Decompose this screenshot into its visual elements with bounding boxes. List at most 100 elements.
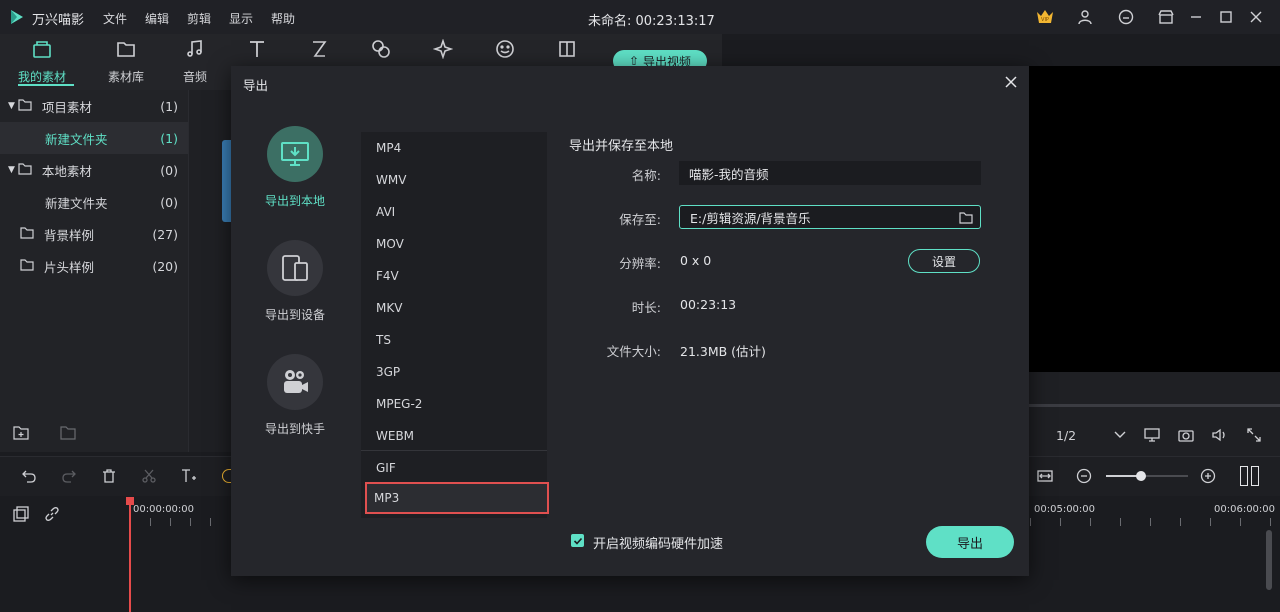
- scissors-icon[interactable]: [140, 467, 158, 485]
- video-camera-icon: [267, 354, 323, 410]
- folder-icon: [18, 162, 32, 178]
- redo-icon[interactable]: [60, 467, 78, 485]
- destination-local-label: 导出到本地: [264, 194, 325, 208]
- expand-arrow-icon: ▼: [8, 165, 15, 175]
- sidebar-item-label: 新建文件夹: [45, 195, 108, 211]
- zoom-slider-fill: [1106, 475, 1140, 477]
- page-indicator: 1/2: [1056, 428, 1077, 443]
- minimize-icon[interactable]: [1186, 7, 1206, 27]
- app-name: 万兴喵影: [32, 13, 85, 28]
- delete-icon[interactable]: [100, 467, 118, 485]
- destination-local[interactable]: 导出到本地: [245, 126, 345, 209]
- pause-icon[interactable]: [1240, 466, 1260, 486]
- sidebar-item-background-samples[interactable]: 背景样例 (27): [0, 218, 188, 250]
- format-mp3[interactable]: MP3: [365, 482, 549, 514]
- format-gif[interactable]: GIF: [369, 452, 545, 484]
- folder-icon: [18, 98, 32, 114]
- filesize-value: 21.3MB (估计): [680, 344, 766, 359]
- close-window-icon[interactable]: [1246, 7, 1266, 27]
- format-list: MP4 WMV AVI MOV F4V MKV TS 3GP MPEG-2 WE…: [361, 132, 549, 518]
- menu-file[interactable]: 文件: [103, 10, 127, 27]
- vip-icon[interactable]: VIP: [1035, 7, 1055, 27]
- folder-outline-icon[interactable]: [59, 424, 77, 442]
- sidebar-item-local-media[interactable]: ▼ 本地素材 (0): [0, 154, 188, 186]
- export-button[interactable]: 导出: [926, 526, 1014, 558]
- menu-help[interactable]: 帮助: [271, 10, 295, 27]
- add-text-icon[interactable]: [180, 467, 198, 485]
- name-input[interactable]: 喵影-我的音频: [679, 161, 981, 185]
- export-dialog: 导出 导出到本地 导出到设备 导出到快手 MP4 WMV AVI MOV F4V…: [231, 66, 1029, 576]
- chevron-down-icon[interactable]: [1112, 427, 1128, 443]
- computer-icon: [267, 126, 323, 182]
- preview-scrubber[interactable]: [1029, 404, 1280, 407]
- tab-media-library[interactable]: 素材库: [102, 36, 150, 86]
- sidebar-item-new-folder[interactable]: 新建文件夹 (1): [0, 122, 188, 154]
- timeline-playhead[interactable]: [129, 498, 131, 612]
- sidebar-item-new-folder-2[interactable]: 新建文件夹 (0): [0, 186, 188, 218]
- resolution-value: 0 x 0: [680, 253, 712, 268]
- format-ts[interactable]: TS: [369, 324, 545, 356]
- add-track-icon[interactable]: [12, 505, 30, 523]
- folder-icon: [20, 258, 34, 274]
- sidebar-item-intro-samples[interactable]: 片头样例 (20): [0, 250, 188, 282]
- monitor-icon[interactable]: [1143, 426, 1161, 444]
- maximize-icon[interactable]: [1216, 7, 1236, 27]
- zoom-in-icon[interactable]: [1199, 467, 1217, 485]
- zoom-out-icon[interactable]: [1075, 467, 1093, 485]
- close-icon[interactable]: [1002, 73, 1020, 91]
- smiley-icon: [494, 38, 516, 60]
- folder-icon: [20, 226, 34, 242]
- save-path-input[interactable]: E:/剪辑资源/背景音乐: [679, 205, 981, 229]
- playhead-handle[interactable]: [126, 497, 134, 505]
- format-f4v[interactable]: F4V: [369, 260, 545, 292]
- settings-button[interactable]: 设置: [908, 249, 980, 273]
- store-icon[interactable]: [1156, 7, 1176, 27]
- format-mp4[interactable]: MP4: [369, 132, 545, 164]
- menu-clip[interactable]: 剪辑: [187, 10, 211, 27]
- format-mkv[interactable]: MKV: [369, 292, 545, 324]
- fit-timeline-icon[interactable]: [1036, 467, 1054, 485]
- folder-browse-icon[interactable]: [958, 210, 974, 226]
- format-wmv[interactable]: WMV: [369, 164, 545, 196]
- sidebar-item-count: (27): [152, 226, 178, 242]
- sidebar-item-count: (0): [160, 162, 178, 178]
- hw-accel-checkbox[interactable]: [571, 534, 584, 547]
- media-grid: [188, 90, 232, 452]
- expand-arrow-icon: ▼: [8, 101, 15, 111]
- save-location-label: 保存至:: [619, 212, 661, 227]
- destination-kuaishou[interactable]: 导出到快手: [245, 354, 345, 437]
- format-mov[interactable]: MOV: [369, 228, 545, 260]
- menu-edit[interactable]: 编辑: [145, 10, 169, 27]
- tab-audio[interactable]: 音频: [171, 36, 219, 86]
- sparkle-icon: [432, 38, 454, 60]
- format-avi[interactable]: AVI: [369, 196, 545, 228]
- format-mpeg2[interactable]: MPEG-2: [369, 388, 545, 420]
- camera-icon[interactable]: [1177, 426, 1195, 444]
- duration-value: 00:23:13: [680, 297, 737, 312]
- timeline-scrollbar[interactable]: [1266, 530, 1272, 590]
- destination-device[interactable]: 导出到设备: [245, 240, 345, 323]
- effects-icon: [370, 38, 392, 60]
- format-3gp[interactable]: 3GP: [369, 356, 545, 388]
- new-folder-icon[interactable]: [12, 424, 30, 442]
- fullscreen-icon[interactable]: [1245, 426, 1263, 444]
- volume-icon[interactable]: [1211, 426, 1229, 444]
- user-icon[interactable]: [1075, 7, 1095, 27]
- sidebar-item-label: 项目素材: [41, 99, 92, 115]
- tab-my-media[interactable]: 我的素材: [18, 36, 74, 86]
- feedback-icon[interactable]: [1116, 7, 1136, 27]
- section-title: 导出并保存至本地: [569, 139, 674, 154]
- menu-view[interactable]: 显示: [229, 10, 253, 27]
- music-note-icon: [184, 38, 206, 60]
- link-icon[interactable]: [43, 505, 61, 523]
- zoom-slider-handle[interactable]: [1136, 471, 1146, 481]
- checkmark-icon: [573, 537, 582, 545]
- format-webm[interactable]: WEBM: [369, 420, 545, 452]
- sidebar-item-project-media[interactable]: ▼ 项目素材 (1): [0, 90, 188, 122]
- destination-kuaishou-label: 导出到快手: [264, 422, 325, 436]
- sidebar-item-label: 背景样例: [44, 227, 95, 243]
- dialog-title: 导出: [243, 78, 269, 93]
- preview-controls: [1029, 372, 1280, 462]
- undo-icon[interactable]: [20, 467, 38, 485]
- sidebar-item-label: 本地素材: [41, 163, 92, 179]
